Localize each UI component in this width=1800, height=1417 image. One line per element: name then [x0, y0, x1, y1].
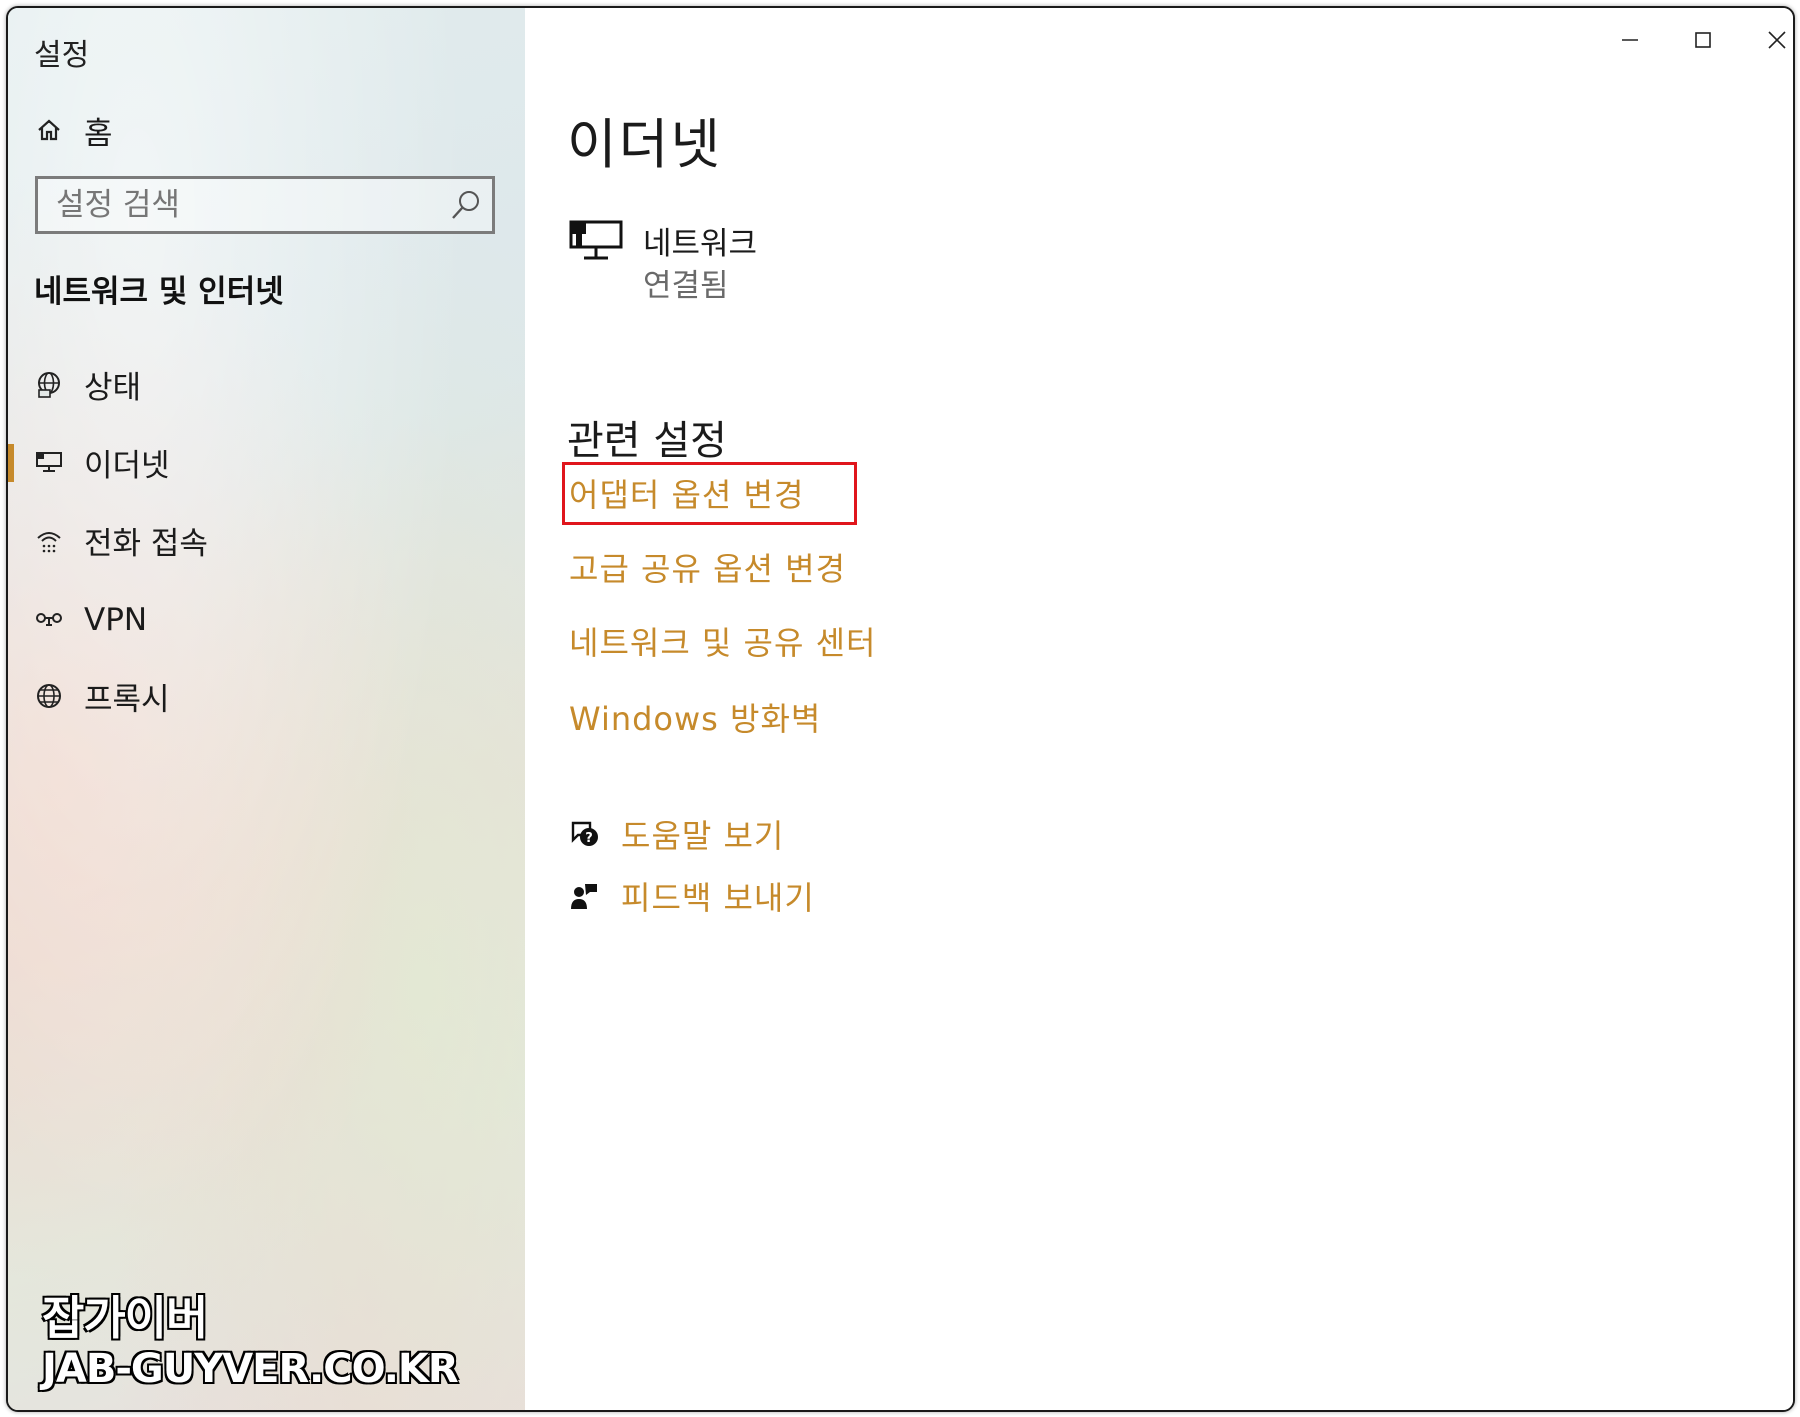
proxy-globe-icon	[34, 681, 64, 711]
home-icon	[34, 115, 64, 145]
minimize-button[interactable]	[1600, 22, 1660, 62]
ethernet-icon	[34, 447, 64, 477]
sidebar-item-label: 프록시	[84, 681, 170, 718]
section-title: 네트워크 및 인터넷	[34, 274, 284, 310]
globe-status-icon	[34, 369, 64, 399]
search-box[interactable]	[35, 176, 495, 234]
feedback-icon	[567, 879, 601, 913]
sidebar-item-label: 상태	[84, 369, 142, 406]
sidebar-item-label: VPN	[84, 602, 148, 638]
sidebar-item-vpn[interactable]: VPN	[8, 590, 525, 650]
vpn-icon	[34, 605, 64, 635]
watermark-title: 잡가이버	[41, 1290, 209, 1346]
sidebar: 설정 홈 네트워크 및 인터넷 상태 이더넷	[8, 8, 525, 1410]
settings-window: 설정 홈 네트워크 및 인터넷 상태 이더넷	[6, 6, 1795, 1412]
close-button[interactable]	[1747, 22, 1793, 62]
sidebar-item-home[interactable]: 홈	[8, 100, 525, 160]
sidebar-item-status[interactable]: 상태	[8, 354, 525, 414]
link-advanced-sharing-options[interactable]: 고급 공유 옵션 변경	[569, 544, 846, 590]
maximize-icon	[1693, 30, 1713, 54]
close-icon	[1766, 29, 1788, 55]
highlight-box	[562, 462, 857, 525]
main-content: 이더넷 네트워크 연결됨 관련 설정 어댑터 옵션 변경 고급 공유 옵션 변경…	[525, 8, 1793, 1410]
network-status: 연결됨	[643, 268, 729, 304]
related-settings-title: 관련 설정	[567, 418, 727, 464]
maximize-button[interactable]	[1673, 22, 1733, 62]
minimize-icon	[1620, 30, 1640, 54]
dialup-icon	[34, 525, 64, 555]
search-input[interactable]	[38, 179, 438, 231]
svg-text:?: ?	[585, 831, 593, 846]
sidebar-item-label: 전화 접속	[84, 525, 208, 562]
help-link[interactable]: ? 도움말 보기	[567, 812, 784, 856]
feedback-label: 피드백 보내기	[621, 879, 815, 917]
sidebar-item-label: 이더넷	[84, 447, 170, 484]
sidebar-item-ethernet[interactable]: 이더넷	[8, 432, 525, 492]
ethernet-network-icon	[568, 218, 624, 264]
help-chat-icon: ?	[567, 817, 601, 851]
network-name[interactable]: 네트워크	[643, 218, 757, 263]
help-label: 도움말 보기	[621, 817, 785, 855]
watermark-url: JAB-GUYVER.CO.KR	[41, 1345, 460, 1393]
sidebar-item-label: 홈	[84, 115, 113, 152]
link-windows-firewall[interactable]: Windows 방화벽	[569, 694, 821, 740]
page-title: 이더넷	[567, 113, 723, 176]
feedback-link[interactable]: 피드백 보내기	[567, 874, 815, 918]
sidebar-item-proxy[interactable]: 프록시	[8, 666, 525, 726]
search-icon[interactable]	[448, 187, 484, 223]
app-title: 설정	[34, 38, 90, 73]
link-network-sharing-center[interactable]: 네트워크 및 공유 센터	[569, 618, 876, 664]
sidebar-item-dialup[interactable]: 전화 접속	[8, 510, 525, 570]
